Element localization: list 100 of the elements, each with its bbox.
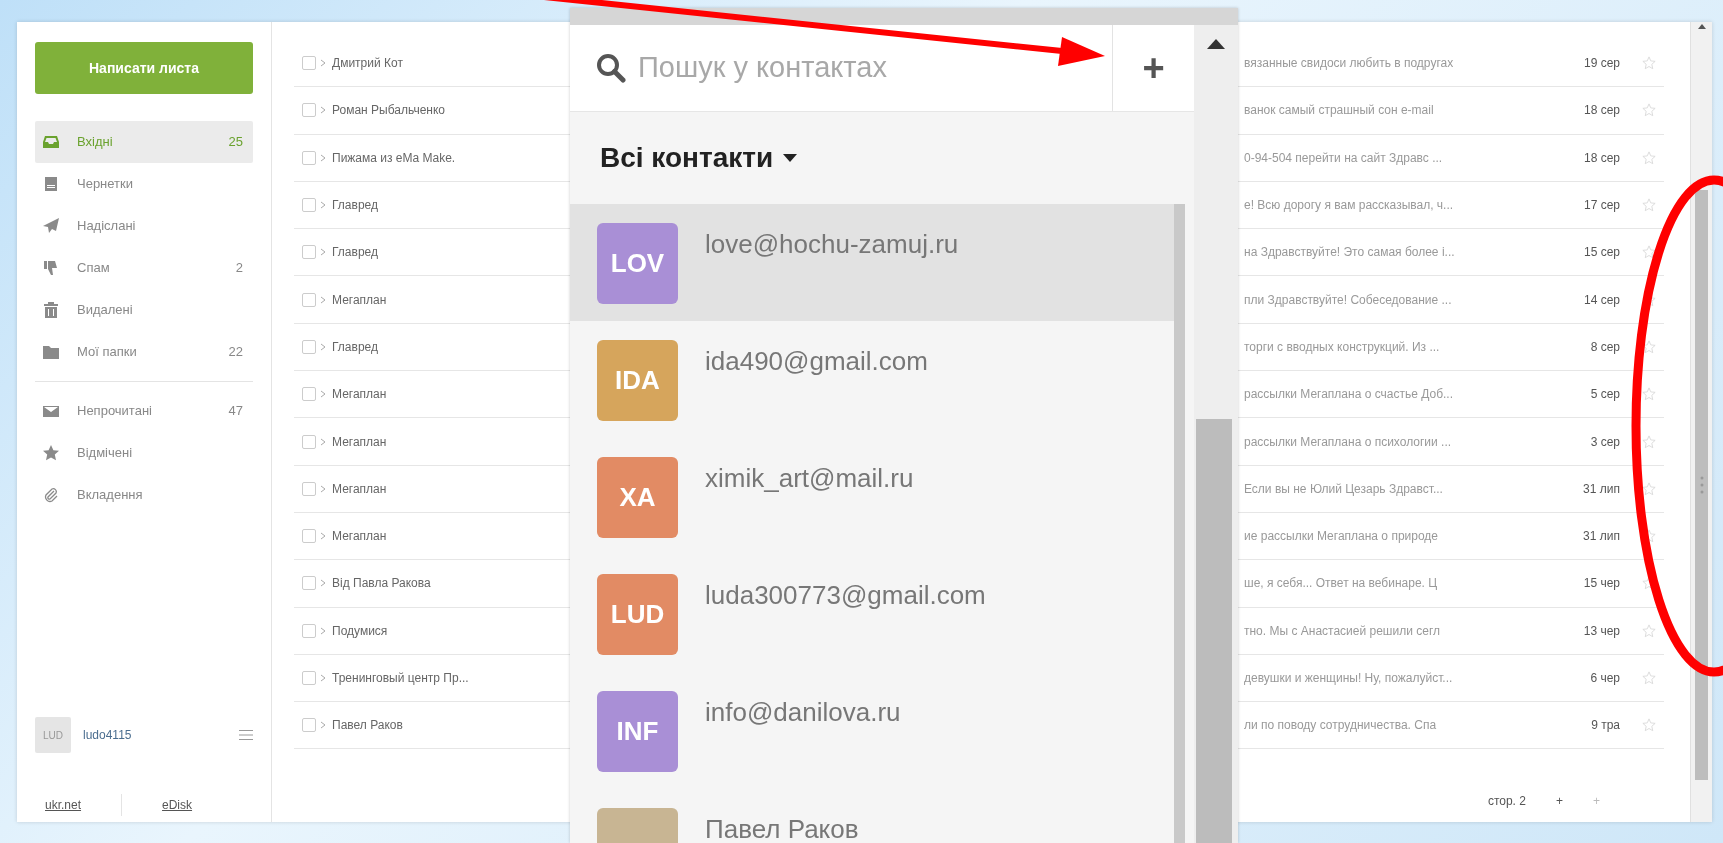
compose-button[interactable]: Написати листа	[35, 42, 253, 94]
last-page-button[interactable]: +	[1593, 792, 1600, 810]
chevron-icon[interactable]	[320, 295, 326, 304]
message-subject[interactable]: е! Всю дорогу я вам рассказывал, ч...	[1244, 196, 1558, 215]
checkbox[interactable]	[302, 387, 316, 402]
scroll-up-icon[interactable]	[1698, 24, 1706, 29]
message-subject[interactable]: торги с вводных конструкций. Из ...	[1244, 337, 1558, 356]
contact-item[interactable]: LUD luda300773@gmail.com	[570, 555, 1174, 672]
message-subject[interactable]: рассылки Мегаплана о психологии ...	[1244, 432, 1558, 451]
message-subject[interactable]: ие рассылки Мегаплана о природе	[1244, 527, 1558, 546]
sender-name: Главред	[332, 244, 379, 262]
message-subject[interactable]: тно. Мы с Анастасией решили сегл	[1244, 621, 1558, 640]
chevron-icon[interactable]	[320, 201, 326, 210]
message-subject[interactable]: 0-94-504 перейти на сайт Здравс ...	[1244, 148, 1558, 167]
folder-item[interactable]: Вхідні 25	[35, 121, 253, 163]
checkbox[interactable]	[302, 718, 316, 733]
contact-item[interactable]: Павел Раков	[570, 789, 1174, 843]
folder-item[interactable]: Вкладення	[35, 474, 253, 516]
star-icon[interactable]	[1642, 671, 1656, 685]
chevron-icon[interactable]	[320, 721, 326, 730]
star-icon[interactable]	[1642, 481, 1656, 496]
star-icon[interactable]	[1642, 150, 1656, 165]
scroll-up-icon[interactable]	[1207, 39, 1225, 49]
checkbox[interactable]	[302, 623, 316, 638]
message-date: 6 чер	[1589, 670, 1620, 687]
checkbox[interactable]	[302, 339, 316, 354]
folder-item[interactable]: Спам 2	[35, 247, 253, 289]
checkbox[interactable]	[302, 103, 316, 118]
message-date: 13 чер	[1582, 622, 1620, 640]
message-subject[interactable]: девушки и женщины! Ну, пожалуйст...	[1244, 669, 1558, 687]
star-icon[interactable]	[1642, 339, 1656, 354]
contacts-filter-dropdown[interactable]: Всі контакти	[600, 137, 798, 179]
star-icon[interactable]	[1642, 56, 1656, 71]
chevron-icon[interactable]	[320, 437, 326, 446]
star-icon[interactable]	[1642, 387, 1656, 402]
sender-name: Главред	[332, 197, 379, 215]
chevron-icon[interactable]	[320, 626, 326, 635]
message-subject[interactable]: ванок самый страшный сон e-mail	[1244, 101, 1558, 120]
next-page-button[interactable]: +	[1555, 792, 1563, 810]
folder-item[interactable]: Чернетки	[35, 163, 253, 205]
checkbox[interactable]	[302, 292, 316, 307]
checkbox[interactable]	[302, 576, 316, 591]
chevron-icon[interactable]	[320, 532, 326, 541]
checkbox[interactable]	[302, 150, 316, 165]
chevron-icon[interactable]	[320, 59, 326, 68]
chevron-icon[interactable]	[320, 106, 326, 115]
star-icon[interactable]	[1642, 103, 1656, 118]
checkbox[interactable]	[302, 671, 316, 685]
menu-icon[interactable]	[239, 730, 253, 740]
scrollbar-thumb[interactable]	[1196, 419, 1232, 843]
message-subject[interactable]: Если вы не Юлий Цезарь Здравст...	[1244, 479, 1558, 498]
star-icon[interactable]	[1642, 434, 1656, 449]
footer-link[interactable]: eDisk	[162, 796, 193, 814]
paperclip-icon	[43, 487, 59, 503]
folder-item[interactable]: Надіслані	[35, 205, 253, 247]
contact-item[interactable]: IDA ida490@gmail.com	[570, 321, 1174, 438]
message-date: 5 сер	[1589, 386, 1620, 404]
chevron-icon[interactable]	[320, 342, 326, 351]
folder-item[interactable]: Відмічені	[35, 432, 253, 474]
message-subject[interactable]: ли по поводу сотрудничества. Спа	[1244, 716, 1558, 735]
chevron-icon[interactable]	[320, 484, 326, 493]
chevron-icon[interactable]	[320, 248, 326, 257]
chevron-icon[interactable]	[320, 153, 326, 162]
contact-item[interactable]: XA ximik_art@mail.ru	[570, 438, 1174, 555]
checkbox[interactable]	[302, 529, 316, 544]
checkbox[interactable]	[302, 245, 316, 260]
message-date: 18 сер	[1582, 102, 1620, 120]
chevron-icon[interactable]	[320, 579, 326, 588]
search-input[interactable]: Пошук у контактах	[636, 45, 1076, 91]
folder-item[interactable]: Непрочитані 47	[35, 390, 253, 432]
footer-link[interactable]: ukr.net	[45, 796, 82, 814]
folder-item[interactable]: Видалені	[35, 289, 253, 331]
checkbox[interactable]	[302, 198, 316, 213]
message-subject[interactable]: ше, я себя... Ответ на вебинаре. Ц	[1244, 574, 1558, 593]
sender-name: Тренинговый центр Пр...	[332, 670, 470, 687]
chevron-icon[interactable]	[320, 674, 326, 682]
checkbox[interactable]	[302, 56, 316, 71]
star-icon[interactable]	[1642, 198, 1656, 213]
star-icon[interactable]	[1642, 623, 1656, 638]
folder-item[interactable]: Мої папки 22	[35, 331, 253, 373]
checkbox[interactable]	[302, 481, 316, 496]
star-icon[interactable]	[1642, 245, 1656, 260]
message-date: 17 сер	[1582, 197, 1620, 215]
contact-item[interactable]: INF info@danilova.ru	[570, 672, 1174, 789]
scrollbar[interactable]	[1174, 204, 1185, 843]
scrollbar-thumb[interactable]	[1695, 190, 1708, 780]
sender-name: Роман Рыбальченко	[332, 102, 446, 120]
contact-item[interactable]: LOV love@hochu-zamuj.ru	[570, 204, 1174, 321]
checkbox[interactable]	[302, 434, 316, 449]
message-subject[interactable]: рассылки Мегаплана о счастье Доб...	[1244, 385, 1558, 404]
username[interactable]: ludo4115	[83, 726, 132, 744]
message-subject[interactable]: пли Здравствуйте! Собеседование ...	[1244, 290, 1558, 309]
chevron-icon[interactable]	[320, 390, 326, 399]
sender-name: Мегаплан	[332, 386, 388, 404]
message-date: 19 сер	[1582, 55, 1620, 73]
star-icon[interactable]	[1642, 718, 1656, 733]
message-subject[interactable]: вязанные свидоси любить в подругах	[1244, 54, 1558, 73]
page-label: стор. 2	[1487, 793, 1526, 810]
search-icon	[596, 53, 626, 83]
message-subject[interactable]: на Здравствуйте! Это самая более і...	[1244, 243, 1558, 262]
